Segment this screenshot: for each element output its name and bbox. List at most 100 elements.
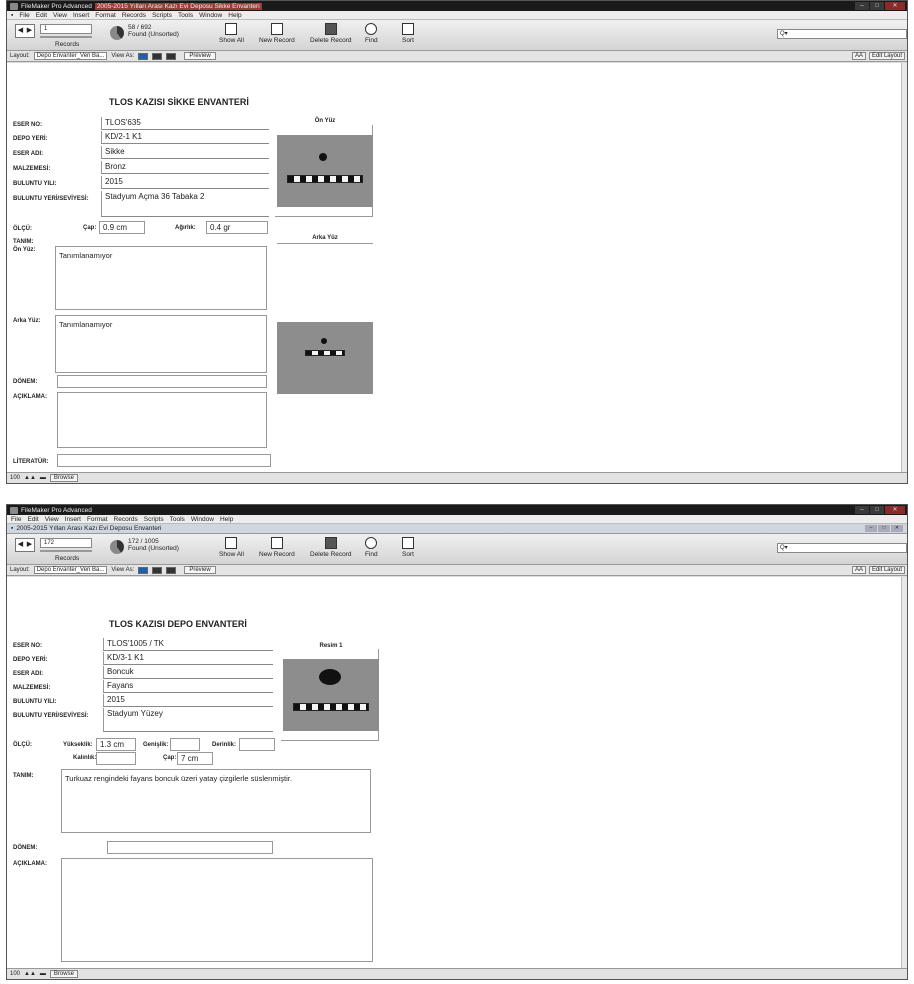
aciklama-field[interactable] (61, 858, 373, 962)
menu-format[interactable]: Format (95, 12, 116, 19)
record-slider[interactable] (40, 550, 92, 552)
record-number-input[interactable]: 1 (40, 24, 92, 34)
view-form-icon[interactable] (138, 52, 149, 60)
zoom-controls-icon[interactable]: ▲▲ (24, 475, 36, 481)
agirlik-field[interactable]: 0.4 gr (206, 221, 268, 234)
menu-edit[interactable]: Edit (27, 516, 38, 523)
doc-menu-icon[interactable]: ▪ (11, 12, 13, 19)
cap-field[interactable]: 0.9 cm (99, 221, 145, 234)
zoom-level[interactable]: 100 (10, 475, 20, 481)
vertical-scrollbar[interactable] (901, 63, 907, 472)
on-yuz-field[interactable]: Tanımlanamıyor (55, 246, 267, 310)
menu-view[interactable]: View (53, 12, 67, 19)
maximize-button[interactable]: □ (870, 2, 884, 10)
depo-yeri-field[interactable]: KD/2-1 K1 (101, 131, 269, 144)
find-button[interactable]: Find (365, 537, 378, 558)
previous-record-icon[interactable]: ◀ (16, 539, 25, 551)
tanim-field[interactable]: Turkuaz rengindeki fayans boncuk üzeri y… (61, 769, 371, 833)
arka-yuz-field[interactable]: Tanımlanamıyor (55, 315, 267, 373)
zoom-level[interactable]: 100 (10, 971, 20, 977)
doc-close-button[interactable]: ✕ (891, 525, 903, 532)
record-navigator[interactable]: ◀ ▶ (15, 538, 35, 552)
show-all-button[interactable]: Show All (219, 537, 244, 558)
menu-window[interactable]: Window (199, 12, 222, 19)
menu-insert[interactable]: Insert (73, 12, 89, 19)
text-format-button[interactable]: AA (851, 52, 866, 60)
text-format-button[interactable]: AA (851, 566, 866, 574)
eser-no-field[interactable]: TLOS'1005 / TK (103, 638, 273, 651)
menu-tools[interactable]: Tools (178, 12, 193, 19)
sort-button[interactable]: Sort (402, 537, 414, 558)
next-record-icon[interactable]: ▶ (25, 25, 34, 37)
next-record-icon[interactable]: ▶ (25, 539, 34, 551)
minimize-button[interactable]: – (855, 506, 869, 514)
sort-button[interactable]: Sort (402, 23, 414, 44)
record-navigator[interactable]: ◀ ▶ (15, 24, 35, 38)
eser-adi-field[interactable]: Sikke (101, 146, 269, 159)
doc-restore-button[interactable]: □ (878, 525, 890, 532)
delete-record-button[interactable]: Delete Record (310, 537, 352, 558)
doc-minimize-button[interactable]: – (865, 525, 877, 532)
show-all-button[interactable]: Show All (219, 23, 244, 44)
view-form-icon[interactable] (138, 566, 149, 574)
yukseklik-field[interactable]: 1.3 cm (96, 738, 136, 751)
mode-select[interactable]: Browse (49, 474, 78, 482)
eser-no-field[interactable]: TLOS'635 (101, 117, 269, 130)
layout-select[interactable]: Depo Envanter_Veri Ba... (33, 566, 108, 574)
record-number-input[interactable]: 172 (40, 538, 92, 548)
toggle-toolbar-icon[interactable]: ▬ (40, 971, 46, 977)
view-table-icon[interactable] (166, 52, 177, 60)
edit-layout-button[interactable]: Edit Layout (868, 566, 905, 574)
resim-1-bead-photo[interactable] (283, 659, 379, 731)
view-table-icon[interactable] (166, 566, 177, 574)
menu-edit[interactable]: Edit (36, 12, 47, 19)
kalinlik-field[interactable] (96, 752, 136, 765)
preview-button[interactable]: Preview (184, 566, 216, 574)
menu-help[interactable]: Help (220, 516, 233, 523)
mode-select[interactable]: Browse (49, 970, 78, 978)
minimize-button[interactable]: – (855, 2, 869, 10)
menu-file[interactable]: File (19, 12, 29, 19)
layout-select[interactable]: Depo Envanter_Veri Ba... (33, 52, 108, 60)
derinlik-field[interactable] (239, 738, 275, 751)
zoom-controls-icon[interactable]: ▲▲ (24, 971, 36, 977)
malzemesi-field[interactable]: Fayans (103, 680, 273, 693)
menu-scripts[interactable]: Scripts (152, 12, 172, 19)
menu-insert[interactable]: Insert (65, 516, 81, 523)
aciklama-field[interactable] (57, 392, 267, 448)
close-button[interactable]: ✕ (885, 2, 905, 10)
donem-field[interactable] (57, 375, 267, 388)
toggle-toolbar-icon[interactable]: ▬ (40, 475, 46, 481)
donem-field[interactable] (107, 841, 273, 854)
previous-record-icon[interactable]: ◀ (16, 25, 25, 37)
delete-record-button[interactable]: Delete Record (310, 23, 352, 44)
maximize-button[interactable]: □ (870, 506, 884, 514)
quick-find-input[interactable]: Q▾ (777, 543, 907, 553)
cap-field[interactable]: 7 cm (177, 752, 213, 765)
arka-yuz-coin-photo[interactable] (277, 322, 373, 394)
genislik-field[interactable] (170, 738, 200, 751)
on-yuz-coin-photo[interactable] (277, 135, 373, 207)
malzemesi-field[interactable]: Bronz (101, 161, 269, 174)
close-button[interactable]: ✕ (885, 506, 905, 514)
record-slider[interactable] (40, 36, 92, 38)
menu-format[interactable]: Format (87, 516, 108, 523)
buluntu-yili-field[interactable]: 2015 (103, 694, 273, 707)
preview-button[interactable]: Preview (184, 52, 216, 60)
quick-find-input[interactable]: Q▾ (777, 29, 907, 39)
menu-view[interactable]: View (45, 516, 59, 523)
new-record-button[interactable]: New Record (259, 23, 295, 44)
view-list-icon[interactable] (152, 52, 163, 60)
depo-yeri-field[interactable]: KD/3-1 K1 (103, 652, 273, 665)
view-list-icon[interactable] (152, 566, 163, 574)
new-record-button[interactable]: New Record (259, 537, 295, 558)
menu-help[interactable]: Help (228, 12, 241, 19)
menu-records[interactable]: Records (122, 12, 146, 19)
menu-tools[interactable]: Tools (170, 516, 185, 523)
menu-file[interactable]: File (11, 516, 21, 523)
menu-scripts[interactable]: Scripts (144, 516, 164, 523)
doc-menu-icon[interactable]: ▪ (11, 525, 13, 532)
buluntu-yili-field[interactable]: 2015 (101, 176, 269, 189)
find-button[interactable]: Find (365, 23, 378, 44)
eser-adi-field[interactable]: Boncuk (103, 666, 273, 679)
